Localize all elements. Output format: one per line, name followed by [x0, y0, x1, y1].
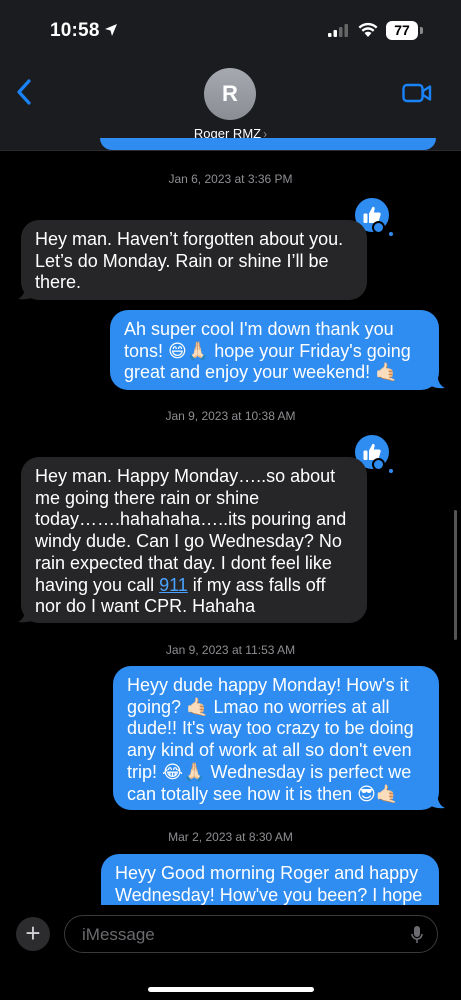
message-line: tons! 😄🙏🏻 hope your Friday's going [124, 340, 411, 361]
reaction-dot [389, 469, 393, 473]
message-input-placeholder: iMessage [82, 925, 155, 944]
video-camera-icon [402, 83, 432, 103]
plus-button[interactable]: + [16, 917, 50, 951]
message-line: can totally see how it is then 😎🤙🏻 [127, 783, 399, 804]
message-line: Hey man. Happy Monday…..so about [35, 466, 336, 486]
cellular-signal-icon [328, 24, 348, 42]
location-arrow-icon [104, 23, 118, 42]
message-text: having you call [35, 574, 160, 595]
received-message[interactable]: Hey man. Happy Monday…..so about me goin… [21, 457, 367, 623]
message-line: Let’s do Monday. Rain or shine I’ll be [35, 250, 329, 271]
status-bar: 10:58 77 [0, 0, 461, 60]
message-line: dude!! It's way too crazy to be doing [127, 718, 414, 739]
message-line: going? 🤙🏻 Lmao no worries at all [127, 696, 390, 717]
home-indicator[interactable] [148, 987, 314, 992]
message-line: Ah super cool I'm down thank you [124, 319, 394, 339]
message-line: Heyy Good morning Roger and happy [115, 863, 419, 883]
message-line: great and enjoy your weekend! 🤙🏻 [124, 362, 398, 383]
timestamp: Jan 6, 2023 at 3:36 PM [168, 172, 293, 186]
message-line: windy dude. Can I go Wednesday? No [35, 531, 342, 552]
message-line: Wednesday! How've you been? I hope [115, 884, 423, 905]
wifi-icon [358, 22, 378, 42]
battery-tip [420, 27, 423, 34]
message-text: if my ass falls off [187, 574, 326, 595]
message-line: there. [35, 272, 82, 293]
message-line: trip! 😂🙏🏻 Wednesday is perfect we [127, 761, 412, 782]
message-line: Heyy dude happy Monday! How's it [127, 675, 409, 695]
message-line: today…….hahahaha…..its pouring and [35, 509, 347, 530]
sent-message[interactable]: Ah super cool I'm down thank you tons! 😄… [110, 310, 439, 390]
message-line: nor do I want CPR. Hahaha [35, 596, 256, 617]
previous-sent-bubble [100, 138, 436, 150]
status-time: 10:58 [50, 20, 100, 41]
back-button[interactable] [14, 78, 36, 111]
microphone-icon[interactable] [411, 925, 423, 950]
message-line: having you call 911 if my ass falls off [35, 575, 353, 597]
message-line: rain expected that day. I dont feel like [35, 552, 332, 573]
battery-icon: 77 [386, 21, 418, 40]
received-message[interactable]: Hey man. Haven’t forgotten about you. Le… [21, 220, 367, 300]
scrollbar[interactable] [454, 510, 457, 640]
message-line: any kind of work at all so don't even [127, 740, 412, 761]
timestamp: Jan 9, 2023 at 10:38 AM [165, 409, 296, 423]
chevron-left-icon [17, 79, 31, 105]
timestamp: Mar 2, 2023 at 8:30 AM [168, 830, 293, 844]
reaction-dot [372, 458, 385, 471]
contact-avatar[interactable]: R [204, 68, 256, 120]
sent-message[interactable]: Heyy dude happy Monday! How's it going? … [113, 666, 439, 810]
message-input[interactable]: iMessage [64, 915, 438, 953]
phone-number-link[interactable]: 911 [159, 575, 188, 595]
video-call-button[interactable] [402, 82, 432, 109]
reaction-dot [372, 221, 385, 234]
reaction-dot [389, 232, 393, 236]
message-line: Hey man. Haven’t forgotten about you. [35, 229, 344, 249]
message-line: me going there rain or shine [35, 487, 260, 508]
timestamp: Jan 9, 2023 at 11:53 AM [165, 643, 296, 657]
